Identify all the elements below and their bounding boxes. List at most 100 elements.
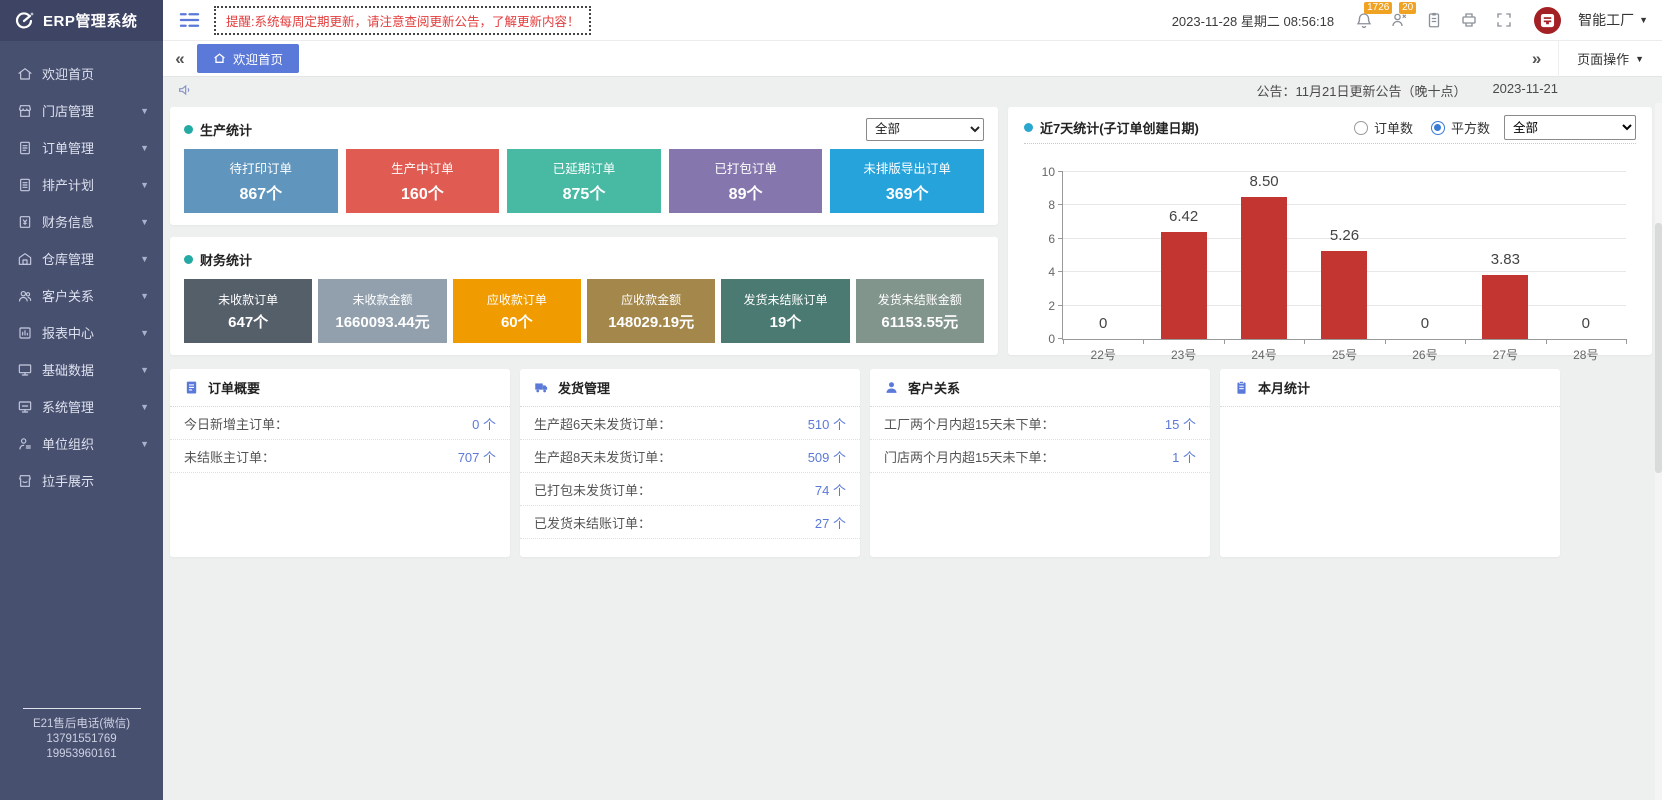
- tab-welcome-home[interactable]: 欢迎首页: [197, 44, 299, 73]
- summary-row-item: 已发货未结账订单：27 个: [520, 506, 860, 539]
- user-menu[interactable]: 智能工厂 ▼: [1578, 10, 1648, 30]
- page-actions-dropdown[interactable]: 页面操作 ▼: [1559, 49, 1662, 68]
- collapse-menu-icon[interactable]: [179, 11, 200, 29]
- summary-row-value[interactable]: 27 个: [815, 513, 846, 532]
- chart-filter-select[interactable]: 全部: [1504, 115, 1636, 140]
- finance-card[interactable]: 应收款订单60个: [453, 279, 581, 343]
- stat-label: 待打印订单: [230, 158, 293, 177]
- summary-row-value[interactable]: 0 个: [472, 414, 496, 433]
- stat-label: 未收款金额: [352, 291, 412, 308]
- finance-card[interactable]: 未收款订单647个: [184, 279, 312, 343]
- summary-row-label: 生产超6天未发货订单：: [534, 414, 671, 433]
- sidebar: ERP管理系统 欢迎首页门店管理▼订单管理▼排产计划▼财务信息▼仓库管理▼客户关…: [0, 0, 163, 800]
- sidebar-item-store[interactable]: 门店管理▼: [0, 92, 163, 129]
- system-icon: [16, 398, 33, 415]
- stat-label: 未排版导出订单: [863, 158, 951, 177]
- tabs-scroll-right[interactable]: »: [1515, 41, 1559, 77]
- sidebar-item-warehouse[interactable]: 仓库管理▼: [0, 240, 163, 277]
- production-card[interactable]: 待打印订单867个: [184, 149, 338, 213]
- fullscreen-icon[interactable]: [1495, 11, 1513, 29]
- summary-row-value[interactable]: 510 个: [808, 414, 846, 433]
- sidebar-item-home[interactable]: 欢迎首页: [0, 55, 163, 92]
- sidebar-item-report[interactable]: 报表中心▼: [0, 314, 163, 351]
- production-filter-select[interactable]: 全部: [866, 118, 984, 141]
- summary-row-item: 今日新增主订单：0 个: [170, 407, 510, 440]
- avatar[interactable]: [1534, 7, 1561, 34]
- sidebar-item-finance[interactable]: 财务信息▼: [0, 203, 163, 240]
- bar-27号[interactable]: [1482, 275, 1528, 339]
- section-dot: [184, 125, 193, 134]
- production-card[interactable]: 未排版导出订单369个: [830, 149, 984, 213]
- summary-row-value[interactable]: 1 个: [1172, 447, 1196, 466]
- sidebar-item-data[interactable]: 基础数据▼: [0, 351, 163, 388]
- summary-card-sum-order: 订单概要今日新增主订单：0 个未结账主订单：707 个: [170, 369, 510, 557]
- production-card[interactable]: 已延期订单875个: [507, 149, 661, 213]
- stat-label: 发货未结账订单: [743, 291, 827, 308]
- sidebar-item-label: 系统管理: [42, 397, 140, 416]
- scrollbar-track[interactable]: [1655, 103, 1662, 800]
- sidebar-item-plan[interactable]: 排产计划▼: [0, 166, 163, 203]
- production-card[interactable]: 生产中订单160个: [346, 149, 500, 213]
- scrollbar-thumb[interactable]: [1655, 223, 1662, 473]
- sidebar-item-handle[interactable]: 拉手展示: [0, 462, 163, 499]
- tabbar-right: » 页面操作 ▼: [1515, 41, 1662, 76]
- chevron-down-icon: ▼: [140, 106, 149, 116]
- sidebar-item-org[interactable]: 单位组织▼: [0, 425, 163, 462]
- customer-icon: [16, 287, 33, 304]
- summary-row-item: 未结账主订单： 707 个: [170, 440, 510, 473]
- y-axis-label: 4: [1048, 265, 1055, 279]
- stat-label: 应收款金额: [621, 291, 681, 308]
- bar-value-label: 6.42: [1169, 208, 1198, 225]
- summary-row-value[interactable]: 509 个: [808, 447, 846, 466]
- radio-icon: [1354, 121, 1368, 135]
- x-axis-category-label: 26号: [1385, 346, 1465, 363]
- clipboard-icon[interactable]: [1425, 11, 1443, 29]
- announcement-bar: 公告：11月21日更新公告（晚十点） 2023-11-21: [163, 77, 1662, 103]
- section-dot: [1024, 123, 1033, 132]
- radio-selected[interactable]: 平方数: [1431, 118, 1490, 137]
- summary-row-value[interactable]: 74 个: [815, 480, 846, 499]
- sidebar-item-label: 报表中心: [42, 323, 140, 342]
- sidebar-item-label: 单位组织: [42, 434, 140, 453]
- finance-card[interactable]: 应收款金额148029.19元: [587, 279, 715, 343]
- footer-divider: [23, 708, 141, 709]
- radio-option[interactable]: 订单数: [1354, 118, 1413, 137]
- bar-23号[interactable]: [1161, 232, 1207, 339]
- finance-card[interactable]: 发货未结账订单 19个: [721, 279, 849, 343]
- summary-row-value[interactable]: 707 个: [458, 447, 496, 466]
- tab-label: 欢迎首页: [233, 49, 283, 68]
- x-axis-tick: [1143, 339, 1144, 344]
- bar-value-label: 0: [1582, 315, 1590, 332]
- sidebar-item-order[interactable]: 订单管理▼: [0, 129, 163, 166]
- finance-card[interactable]: 未收款金额1660093.44元: [318, 279, 446, 343]
- sidebar-item-system[interactable]: 系统管理▼: [0, 388, 163, 425]
- finance-card[interactable]: 发货未结账金额61153.55元: [856, 279, 984, 343]
- sidebar-footer: E21售后电话(微信)1379155176919953960161: [0, 708, 163, 762]
- summary-row-item: 生产超6天未发货订单： 510 个: [520, 407, 860, 440]
- x-axis-tick: [1465, 339, 1466, 344]
- radio-label: 平方数: [1451, 118, 1490, 137]
- sum-truck-icon: [534, 380, 549, 395]
- announcement-text-wrap: 公告：11月21日更新公告（晚十点） 2023-11-21: [1256, 81, 1662, 100]
- announcement-text[interactable]: 公告：11月21日更新公告（晚十点）: [1256, 81, 1466, 100]
- bar-25号[interactable]: [1321, 251, 1367, 339]
- production-card[interactable]: 已打包订单89个: [669, 149, 823, 213]
- sidebar-item-customer[interactable]: 客户关系▼: [0, 277, 163, 314]
- x-axis-category-label: 28号: [1546, 346, 1626, 363]
- summary-row-item: 生产超8天未发货订单：509 个: [520, 440, 860, 473]
- print-icon[interactable]: [1460, 11, 1478, 29]
- x-axis-category-label: 27号: [1465, 346, 1545, 363]
- stat-label: 已延期订单: [553, 158, 616, 177]
- summary-row-label: 未结账主订单：: [184, 447, 275, 466]
- production-stats-panel: 生产统计 全部 待打印订单867个生产中订单160个已延期订单875个已打包订单…: [170, 107, 998, 225]
- chevron-down-icon: ▼: [140, 439, 149, 449]
- bar-24号[interactable]: [1241, 197, 1287, 339]
- bell-icon[interactable]: 1726: [1355, 11, 1373, 29]
- stat-value: 19个: [770, 311, 802, 332]
- messages-icon[interactable]: 20: [1390, 11, 1408, 29]
- chart-slot: 028号: [1546, 172, 1626, 339]
- speaker-icon[interactable]: [177, 82, 193, 98]
- system-notice: 提醒:系统每周定期更新，请注意查阅更新公告，了解更新内容！: [214, 6, 591, 35]
- tabs-scroll-left[interactable]: «: [163, 49, 197, 69]
- summary-row-value[interactable]: 15 个: [1165, 414, 1196, 433]
